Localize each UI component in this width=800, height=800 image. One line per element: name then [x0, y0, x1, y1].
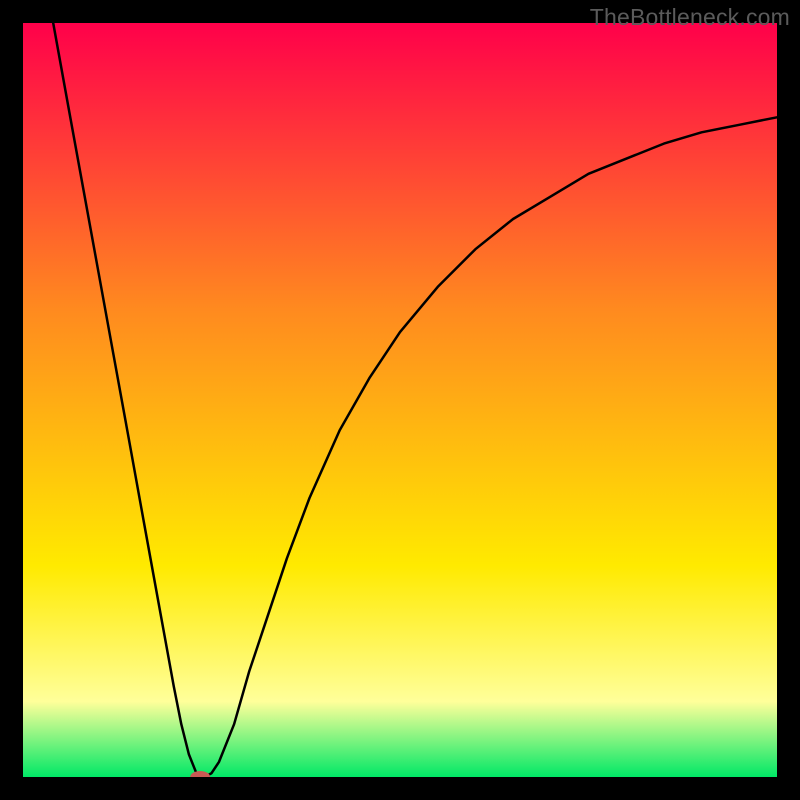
chart-container: TheBottleneck.com [0, 0, 800, 800]
plot-background [23, 23, 777, 777]
bottleneck-chart [0, 0, 800, 800]
watermark-text: TheBottleneck.com [590, 4, 790, 31]
